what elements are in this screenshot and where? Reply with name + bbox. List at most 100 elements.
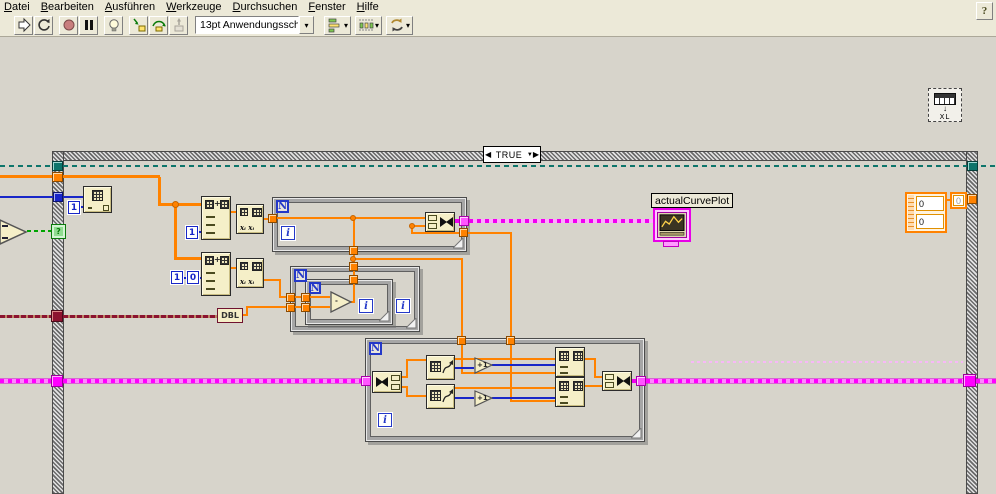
orange-tunnel[interactable] <box>301 303 310 312</box>
pink-tunnel[interactable] <box>636 376 646 386</box>
orange-wire[interactable] <box>310 306 330 308</box>
interpolate-array-node[interactable] <box>426 355 455 380</box>
help-button[interactable]: ? <box>976 2 993 20</box>
highlight-execution-button[interactable] <box>104 15 123 35</box>
menu-item-werkzeuge[interactable]: Werkzeuge <box>166 1 221 13</box>
orange-wire[interactable] <box>461 260 463 336</box>
case-selector[interactable]: ◀ TRUE ▼ ▶ <box>483 146 541 163</box>
orange-wire[interactable] <box>455 358 555 360</box>
maroon-dbl-wire[interactable] <box>0 315 52 318</box>
array-subset-node[interactable]: xᵢ xᵢ <box>236 258 264 288</box>
orange-tunnel[interactable] <box>349 262 358 271</box>
orange-tunnel[interactable] <box>286 303 295 312</box>
orange-tunnel[interactable] <box>286 293 295 302</box>
menu-item-durchsuchen[interactable]: Durchsuchen <box>233 1 298 13</box>
orange-wire[interactable] <box>594 376 602 378</box>
orange-wire[interactable] <box>455 387 555 389</box>
abort-button[interactable] <box>59 15 78 35</box>
orange-array-wire[interactable] <box>158 203 204 206</box>
numeric-constant-0[interactable]: 0 <box>187 271 199 284</box>
pink-cluster-wire[interactable] <box>469 219 653 223</box>
orange-array-wire[interactable] <box>174 206 177 259</box>
orange-wire[interactable] <box>406 359 408 378</box>
run-continuously-button[interactable] <box>34 15 53 35</box>
blue-int-wire[interactable] <box>455 397 474 399</box>
orange-wire[interactable] <box>510 400 556 402</box>
loop-iteration-terminal[interactable]: i <box>281 226 295 240</box>
cluster-element-constant[interactable]: 0 <box>950 192 967 209</box>
orange-tunnel[interactable] <box>268 214 277 223</box>
blue-int-wire[interactable] <box>0 196 84 198</box>
loop-iteration-terminal[interactable]: i <box>396 299 410 313</box>
pause-button[interactable] <box>79 15 98 35</box>
menu-item-fenster[interactable]: Fenster <box>308 1 345 13</box>
orange-tunnel[interactable] <box>52 172 63 182</box>
numeric-constant-1[interactable]: 1 <box>186 226 198 239</box>
cluster-field-0[interactable]: 0 <box>916 214 944 229</box>
loop-count-terminal[interactable]: N <box>294 269 307 282</box>
interpolate-array-node[interactable] <box>426 384 455 409</box>
orange-tunnel[interactable] <box>301 293 310 302</box>
menu-item-bearbeiten[interactable]: Bearbeiten <box>41 1 94 13</box>
resize-corner[interactable] <box>453 238 464 249</box>
font-selector[interactable]: 13pt Anwendungsschriftart <box>195 16 299 34</box>
orange-wire[interactable] <box>510 345 512 402</box>
to-double-conversion-node[interactable]: DBL <box>217 308 243 323</box>
align-objects-button[interactable]: ▾ <box>324 15 352 35</box>
reorder-objects-button[interactable]: ▾ <box>386 15 414 35</box>
loop-count-terminal[interactable]: N <box>369 342 382 355</box>
insert-into-array-node[interactable]: + <box>201 252 231 296</box>
orange-tunnel[interactable] <box>459 228 468 237</box>
magenta-tunnel[interactable] <box>51 375 63 387</box>
plot-terminal-label[interactable]: actualCurvePlot <box>651 193 734 208</box>
loop-iteration-terminal[interactable]: i <box>378 413 392 427</box>
loop-count-terminal[interactable]: N <box>276 200 289 213</box>
faint-pink-wire[interactable] <box>691 361 963 363</box>
orange-wire[interactable] <box>468 232 512 234</box>
numeric-constant-1[interactable]: 1 <box>171 271 183 284</box>
bundle-node[interactable] <box>602 371 632 391</box>
step-into-button[interactable] <box>129 15 148 35</box>
bundle-node[interactable] <box>425 212 455 232</box>
orange-wire[interactable] <box>411 232 461 234</box>
unbundle-node[interactable] <box>372 371 402 393</box>
teal-tunnel[interactable] <box>967 161 978 171</box>
pink-tunnel[interactable] <box>459 216 469 226</box>
teal-reference-wire[interactable] <box>0 165 996 167</box>
orange-tunnel[interactable] <box>506 336 515 345</box>
insert-into-array-node[interactable]: + <box>201 196 231 240</box>
subtract-node[interactable] <box>330 291 354 313</box>
comparison-node[interactable] <box>0 218 30 246</box>
cluster-field-0[interactable]: 0 <box>916 196 944 211</box>
magenta-cluster-array-wire[interactable] <box>646 379 964 383</box>
orange-tunnel[interactable] <box>457 336 466 345</box>
case-structure-left-border[interactable] <box>52 151 64 494</box>
font-selector-dropdown[interactable]: ▾ <box>299 16 314 34</box>
resize-corner[interactable] <box>406 318 417 329</box>
magenta-cluster-array-wire[interactable] <box>0 379 52 383</box>
menu-item-hilfe[interactable]: Hilfe <box>357 1 379 13</box>
replace-array-subset-node[interactable] <box>555 377 585 407</box>
orange-wire[interactable] <box>353 219 355 247</box>
orange-tunnel[interactable] <box>967 194 977 204</box>
blue-int-wire[interactable] <box>492 364 555 366</box>
orange-wire[interactable] <box>406 359 426 361</box>
maroon-tunnel[interactable] <box>51 310 63 322</box>
loop-iteration-terminal[interactable]: i <box>359 299 373 313</box>
orange-wire[interactable] <box>310 296 330 298</box>
teal-tunnel[interactable] <box>52 161 63 171</box>
orange-tunnel[interactable] <box>349 246 358 255</box>
excel-export-subvi[interactable]: ↓ XL <box>928 88 962 122</box>
boolean-wire[interactable] <box>27 230 51 232</box>
cluster-element-value[interactable]: 0 <box>953 195 964 206</box>
magenta-tunnel[interactable] <box>963 374 976 387</box>
case-selector-terminal[interactable]: ? <box>51 224 66 239</box>
orange-wire[interactable] <box>594 358 596 378</box>
orange-wire[interactable] <box>355 258 463 260</box>
maroon-dbl-wire[interactable] <box>63 315 217 318</box>
orange-wire[interactable] <box>585 385 602 387</box>
blue-tunnel[interactable] <box>53 192 63 202</box>
xy-graph-terminal[interactable] <box>653 208 691 242</box>
distribute-objects-button[interactable]: ▾ <box>355 15 383 35</box>
orange-tunnel[interactable] <box>349 275 358 284</box>
